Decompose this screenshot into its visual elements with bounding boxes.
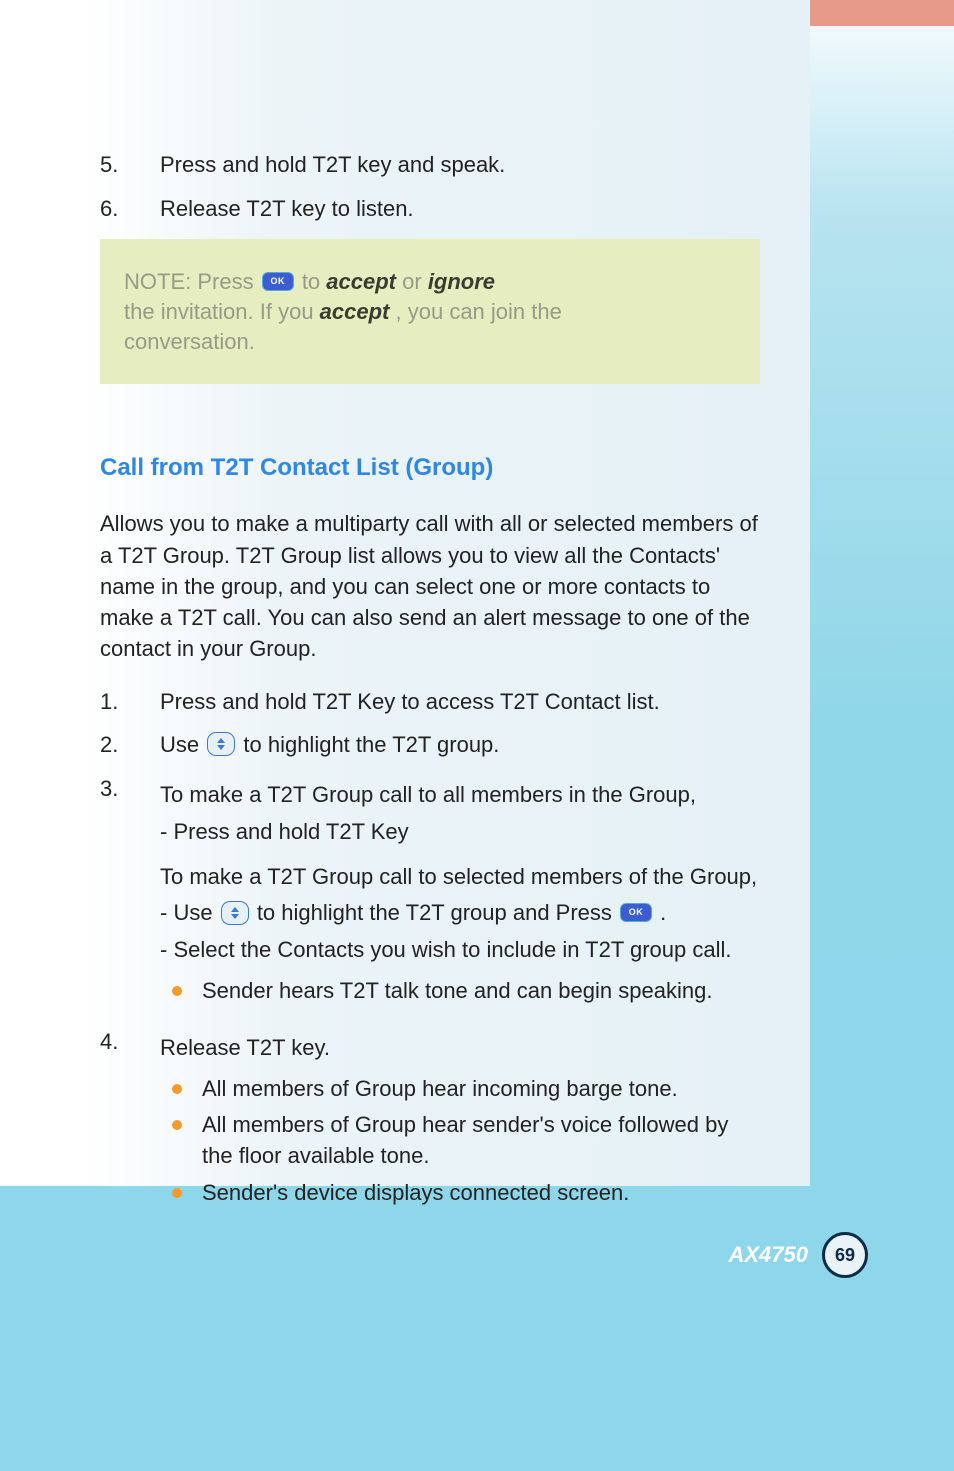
step-number: 1. — [100, 687, 160, 717]
bullet-item: Sender hears T2T talk tone and can begin… — [160, 976, 760, 1007]
ok-icon: OK — [262, 272, 294, 291]
step-text: to highlight the T2T group. — [243, 732, 499, 757]
note-box: NOTE: Press OK to accept or ignore the i… — [100, 239, 760, 384]
note-line-3: conversation. — [124, 327, 726, 357]
step-1: 1. Press and hold T2T Key to access T2T … — [100, 687, 760, 717]
bullet-item: All members of Group hear sender's voice… — [160, 1110, 760, 1172]
step-text: Release T2T key to listen. — [160, 194, 760, 224]
bullet-item: Sender's device displays connected scree… — [160, 1178, 760, 1209]
up-down-icon — [221, 901, 249, 925]
note-text: the invitation. If you — [124, 299, 320, 324]
step-number: 5. — [100, 150, 160, 180]
step-text: . — [660, 900, 666, 925]
step-text: to highlight the T2T group and Press — [257, 900, 618, 925]
step-body: Use to highlight the T2T group. — [160, 730, 760, 760]
step-text: Release T2T key. — [160, 1033, 760, 1064]
step-5: 5. Press and hold T2T key and speak. — [100, 150, 760, 180]
step-number: 4. — [100, 1027, 160, 1057]
note-emphasis-accept: accept — [326, 269, 396, 294]
note-text: or — [402, 269, 428, 294]
step-text: - Use — [160, 900, 219, 925]
step-number: 3. — [100, 774, 160, 804]
note-text: to — [302, 269, 326, 294]
corner-tab — [810, 0, 954, 26]
step-text: Use — [160, 732, 205, 757]
intro-paragraph: Allows you to make a multiparty call wit… — [100, 508, 760, 664]
note-text: , you can join the — [396, 299, 562, 324]
note-emphasis-ignore: ignore — [428, 269, 495, 294]
page-number: 69 — [822, 1232, 868, 1278]
note-line-2: the invitation. If you accept , you can … — [124, 297, 726, 327]
page-content: 5. Press and hold T2T key and speak. 6. … — [0, 0, 810, 1186]
step-3: 3. To make a T2T Group call to all membe… — [100, 774, 760, 1013]
section-heading: Call from T2T Contact List (Group) — [100, 454, 760, 482]
step-text: - Select the Contacts you wish to includ… — [160, 935, 760, 966]
note-emphasis-accept: accept — [320, 299, 390, 324]
step-number: 6. — [100, 194, 160, 224]
step-6: 6. Release T2T key to listen. — [100, 194, 760, 224]
model-label: AX4750 — [728, 1242, 808, 1268]
step-2: 2. Use to highlight the T2T group. — [100, 730, 760, 760]
step-3-bullets: Sender hears T2T talk tone and can begin… — [160, 976, 760, 1007]
step-number: 2. — [100, 730, 160, 760]
top-steps-list: 5. Press and hold T2T key and speak. 6. … — [100, 150, 760, 223]
ok-icon: OK — [620, 903, 652, 922]
step-text: To make a T2T Group call to all members … — [160, 780, 760, 811]
step-text: To make a T2T Group call to selected mem… — [160, 862, 760, 893]
up-down-icon — [207, 732, 235, 756]
group-steps-list: 1. Press and hold T2T Key to access T2T … — [100, 687, 760, 1215]
step-text: - Press and hold T2T Key — [160, 817, 760, 848]
step-4-bullets: All members of Group hear incoming barge… — [160, 1074, 760, 1209]
footer: AX4750 69 — [728, 1232, 868, 1278]
step-text: Press and hold T2T key and speak. — [160, 150, 760, 180]
bullet-item: All members of Group hear incoming barge… — [160, 1074, 760, 1105]
note-text: NOTE: Press — [124, 269, 260, 294]
step-body: Release T2T key. All members of Group he… — [160, 1027, 760, 1215]
step-body: To make a T2T Group call to all members … — [160, 774, 760, 1013]
step-line: - Use to highlight the T2T group and Pre… — [160, 898, 760, 929]
step-text: Press and hold T2T Key to access T2T Con… — [160, 687, 760, 717]
step-4: 4. Release T2T key. All members of Group… — [100, 1027, 760, 1215]
note-line-1: NOTE: Press OK to accept or ignore — [124, 267, 726, 297]
page-background: 5. Press and hold T2T key and speak. 6. … — [0, 0, 954, 1471]
